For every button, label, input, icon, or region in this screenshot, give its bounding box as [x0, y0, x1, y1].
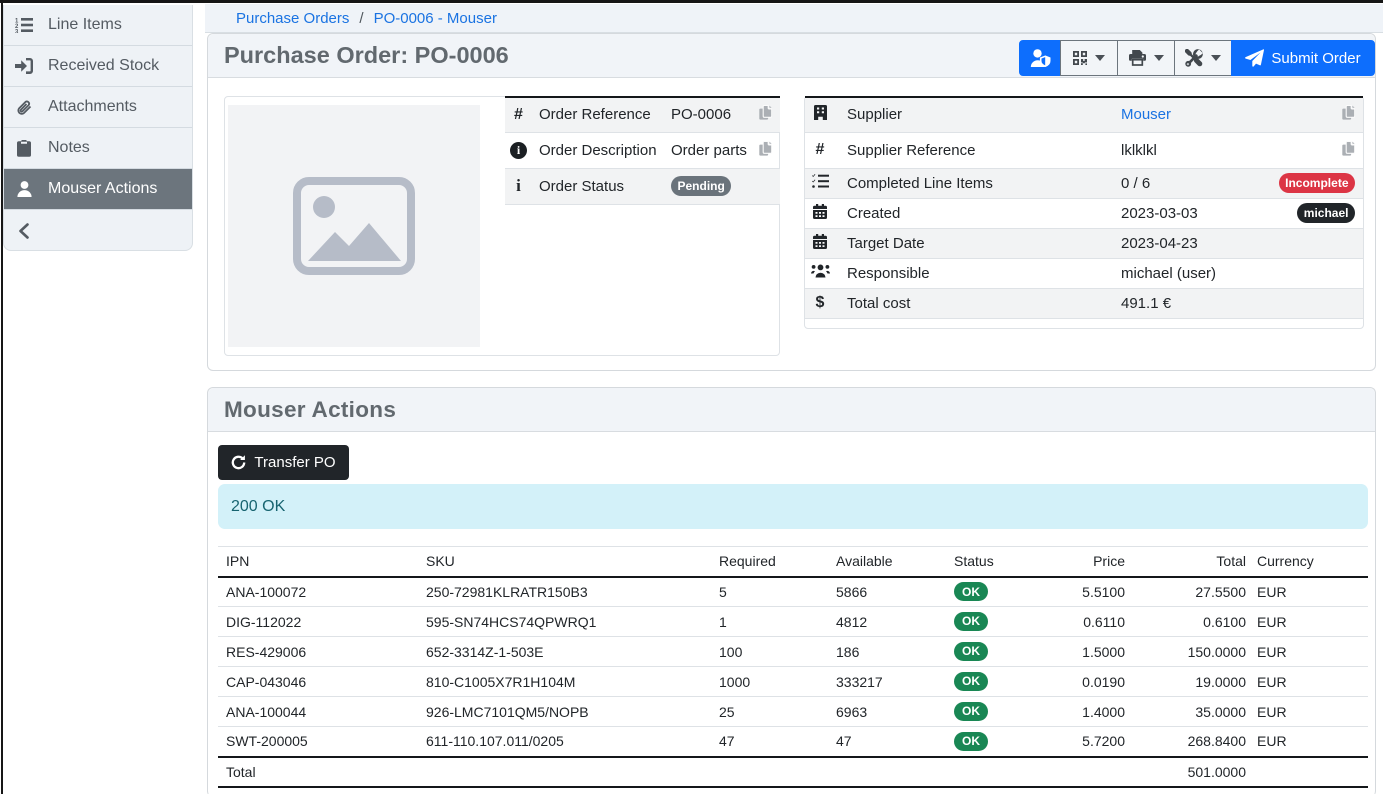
svg-text:3: 3 — [15, 30, 19, 34]
